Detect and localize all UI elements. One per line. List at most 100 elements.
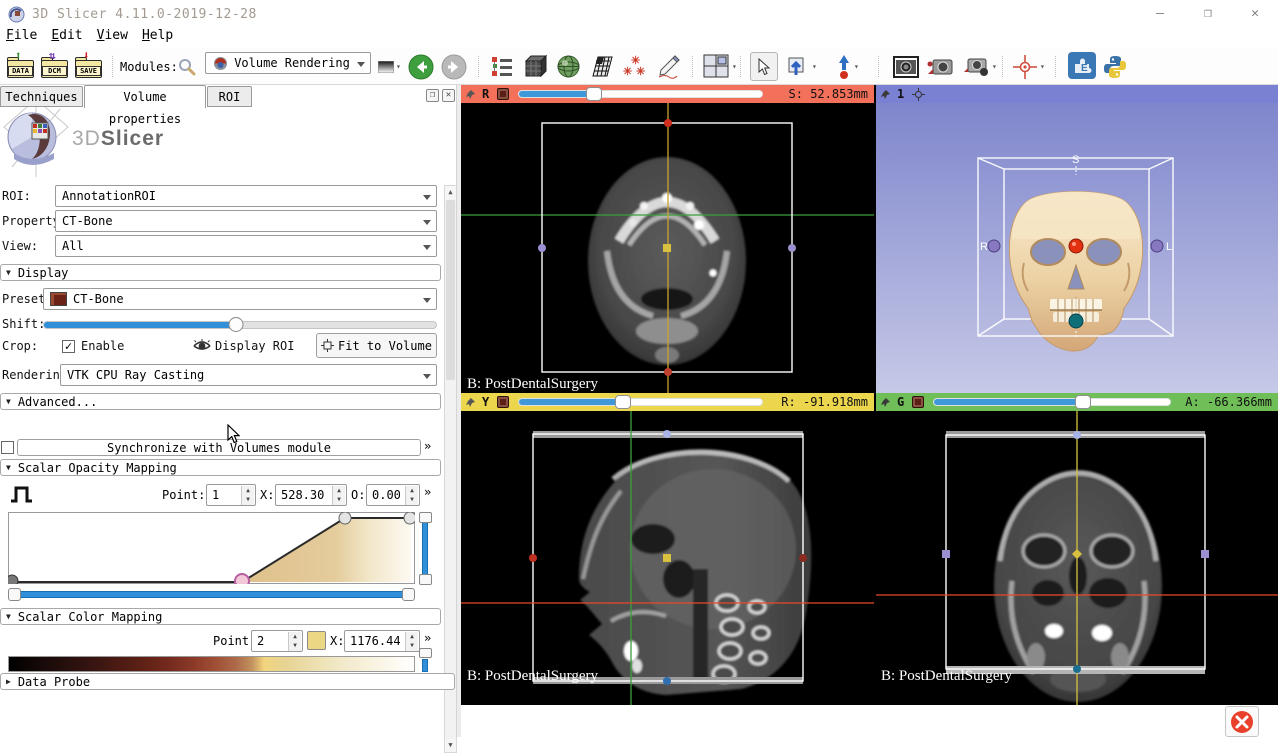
scene-view-button[interactable] xyxy=(926,52,954,81)
red-slice-view[interactable] xyxy=(461,103,874,393)
sync-expand-button[interactable]: » xyxy=(424,439,431,453)
menu-file[interactable]: File xyxy=(6,28,37,43)
rendering-combobox[interactable]: VTK CPU Ray Casting xyxy=(60,364,437,386)
maximize-button[interactable]: ❒ xyxy=(1193,6,1223,22)
pushpin-icon[interactable] xyxy=(880,397,891,408)
module-search-button[interactable] xyxy=(178,52,196,81)
scene-view-restore-button[interactable]: ▾ xyxy=(962,52,997,81)
roi-handle-right[interactable] xyxy=(1201,550,1209,558)
scrollbar-thumb[interactable] xyxy=(446,200,455,380)
opacity-expand-button[interactable]: » xyxy=(424,485,431,499)
shift-slider[interactable] xyxy=(43,321,437,329)
opacity-hrange-handle-right[interactable] xyxy=(402,588,415,601)
roi-3d-handle-bottom[interactable] xyxy=(1069,314,1083,328)
menu-help[interactable]: Help xyxy=(142,28,173,43)
layout-button[interactable]: ▾ xyxy=(703,52,737,81)
display-roi-eye-icon[interactable] xyxy=(193,339,211,353)
annotations-module-button[interactable] xyxy=(655,52,681,81)
color-vrange-slider[interactable] xyxy=(419,648,432,672)
roi-handle-left[interactable] xyxy=(538,244,546,252)
history-forward-button[interactable] xyxy=(441,52,467,81)
roi-3d-handle-front[interactable] xyxy=(1069,239,1083,253)
module-history-button[interactable]: ▾ xyxy=(378,52,401,81)
view-combobox[interactable]: All xyxy=(55,235,437,257)
green-slice-view[interactable] xyxy=(876,411,1278,705)
roi-handle-left[interactable] xyxy=(942,550,950,558)
roi-handle-center[interactable] xyxy=(663,244,671,252)
panel-undock-button[interactable]: ❐ xyxy=(426,89,439,102)
crop-enable-checkbox[interactable]: ✓ xyxy=(62,340,75,353)
tf-point-0[interactable] xyxy=(8,575,18,584)
fit-to-volume-button[interactable]: Fit to Volume xyxy=(316,333,437,358)
slice-link-icon[interactable] xyxy=(912,396,924,408)
color-expand-button[interactable]: » xyxy=(424,631,431,645)
opacity-vrange-handle-bottom[interactable] xyxy=(419,574,432,585)
color-gradient-bar[interactable] xyxy=(8,656,415,672)
slice-link-icon[interactable] xyxy=(497,396,509,408)
display-section-header[interactable]: ▼Display xyxy=(0,264,441,281)
opacity-section-header[interactable]: ▼Scalar Opacity Mapping xyxy=(0,459,441,476)
opacity-vrange-slider[interactable] xyxy=(419,512,432,586)
yellow-slice-slider[interactable] xyxy=(518,398,763,406)
transforms-module-button[interactable] xyxy=(590,52,615,81)
center-view-icon[interactable] xyxy=(912,88,925,101)
roi-handle-top[interactable] xyxy=(1073,431,1081,439)
roi-3d-handle-right[interactable] xyxy=(988,240,1000,252)
markups-module-button[interactable]: ✳✳✳ xyxy=(623,52,649,81)
roi-combobox[interactable]: AnnotationROI xyxy=(55,185,437,207)
dicom-button[interactable]: ⇅ DCM xyxy=(40,52,70,81)
scroll-up-icon[interactable]: ▲ xyxy=(445,186,456,199)
crosshair-button[interactable]: ▾ xyxy=(1012,52,1045,81)
roi-handle-bottom[interactable] xyxy=(1073,665,1081,673)
slice-link-icon[interactable] xyxy=(497,88,509,100)
opacity-hrange-handle-left[interactable] xyxy=(8,588,21,601)
color-section-header[interactable]: ▼Scalar Color Mapping xyxy=(0,608,441,625)
scroll-down-icon[interactable]: ▼ xyxy=(445,739,456,752)
data-probe-header[interactable]: ▶Data Probe xyxy=(0,673,455,690)
save-button[interactable]: ⬇ SAVE xyxy=(74,52,104,81)
yellow-slice-view[interactable] xyxy=(461,411,874,705)
threed-view[interactable]: S R L xyxy=(876,103,1278,393)
roi-handle-bottom[interactable] xyxy=(663,677,671,685)
notification-close-button[interactable] xyxy=(1225,706,1259,737)
opacity-point-spinbox[interactable]: 1▲▼ xyxy=(206,484,256,506)
minimize-button[interactable]: — xyxy=(1145,6,1175,22)
color-x-spinbox[interactable]: 1176.44▲▼ xyxy=(344,630,420,652)
transform-mode-button[interactable]: ▾ xyxy=(786,52,817,81)
tf-point-2[interactable] xyxy=(339,512,351,524)
tab-roi[interactable]: ROI xyxy=(207,86,252,107)
subject-hierarchy-button[interactable] xyxy=(490,52,514,81)
sync-volumes-checkbox[interactable] xyxy=(1,441,14,454)
roi-handle-top[interactable] xyxy=(664,119,672,127)
close-button[interactable]: ✕ xyxy=(1240,6,1270,22)
color-swatch-button[interactable] xyxy=(307,631,326,650)
pushpin-icon[interactable] xyxy=(465,397,476,408)
roi-handle-top[interactable] xyxy=(663,430,671,438)
green-slice-slider[interactable] xyxy=(933,398,1171,406)
sync-volumes-button[interactable]: Synchronize with Volumes module xyxy=(17,439,421,456)
history-back-button[interactable] xyxy=(408,52,434,81)
green-slice-slider-handle[interactable] xyxy=(1075,395,1091,409)
pushpin-icon[interactable] xyxy=(880,89,891,100)
opacity-vrange-handle-top[interactable] xyxy=(419,512,432,523)
screenshot-button[interactable] xyxy=(893,52,919,81)
red-slice-slider-handle[interactable] xyxy=(586,87,602,101)
opacity-hrange-slider[interactable] xyxy=(8,588,415,602)
tab-techniques[interactable]: Techniques xyxy=(0,86,83,107)
opacity-x-spinbox[interactable]: 528.30▲▼ xyxy=(275,484,347,506)
opacity-o-spinbox[interactable]: 0.00▲▼ xyxy=(366,484,420,506)
opacity-transfer-chart[interactable] xyxy=(8,512,415,584)
yellow-slice-slider-handle[interactable] xyxy=(615,395,631,409)
load-data-button[interactable]: ⬆ DATA xyxy=(6,52,36,81)
panel-close-button[interactable]: ✕ xyxy=(442,89,455,102)
roi-handle-bottom[interactable] xyxy=(664,368,672,376)
extensions-manager-button[interactable]: E xyxy=(1068,52,1096,79)
models-module-button[interactable] xyxy=(556,52,581,81)
pushpin-icon[interactable] xyxy=(465,89,476,100)
red-slice-slider[interactable] xyxy=(518,90,763,98)
menu-edit[interactable]: Edit xyxy=(51,28,82,43)
color-point-spinbox[interactable]: 2▲▼ xyxy=(251,630,303,652)
tab-volume-properties[interactable]: Volume properties xyxy=(84,85,206,108)
roi-3d-handle-left[interactable] xyxy=(1151,240,1163,252)
preset-combobox[interactable]: CT-Bone xyxy=(43,288,437,310)
